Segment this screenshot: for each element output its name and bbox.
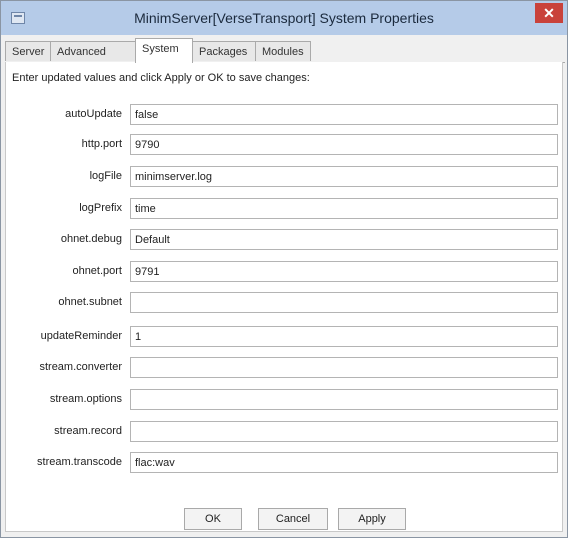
property-row-stream-transcode: stream.transcode xyxy=(6,452,562,474)
property-row-logprefix: logPrefix xyxy=(6,198,562,220)
property-row-stream-record: stream.record xyxy=(6,421,562,443)
property-row-http-port: http.port xyxy=(6,134,562,156)
property-label: logFile xyxy=(89,170,122,182)
tab-server[interactable]: Server xyxy=(5,41,51,61)
autoupdate-field[interactable] xyxy=(130,104,558,125)
property-label: stream.record xyxy=(54,425,122,437)
ohnet-subnet-field[interactable] xyxy=(130,292,558,313)
apply-button[interactable]: Apply xyxy=(338,508,406,530)
property-label: updateReminder xyxy=(40,330,122,342)
logfile-field[interactable] xyxy=(130,166,558,187)
system-properties-window: MinimServer[VerseTransport] System Prope… xyxy=(0,0,568,538)
property-row-updatereminder: updateReminder xyxy=(6,326,562,348)
ohnet-port-field[interactable] xyxy=(130,261,558,282)
tab-packages[interactable]: Packages xyxy=(192,41,256,61)
property-row-ohnet-port: ohnet.port xyxy=(6,261,562,283)
property-label: http.port xyxy=(81,138,122,150)
tab-system[interactable]: System xyxy=(135,38,193,63)
stream-transcode-field[interactable] xyxy=(130,452,558,473)
property-label: autoUpdate xyxy=(65,108,122,120)
updatereminder-field[interactable] xyxy=(130,326,558,347)
property-label: ohnet.port xyxy=(72,265,122,277)
stream-record-field[interactable] xyxy=(130,421,558,442)
close-button[interactable]: ✕ xyxy=(535,3,563,23)
property-row-ohnet-debug: ohnet.debug xyxy=(6,229,562,251)
stream-converter-field[interactable] xyxy=(130,357,558,378)
property-label: stream.converter xyxy=(39,361,122,373)
property-row-stream-options: stream.options xyxy=(6,389,562,411)
tab-strip: Server Advanced System Packages Modules xyxy=(5,38,565,63)
tab-advanced[interactable]: Advanced xyxy=(50,41,136,61)
window-title: MinimServer[VerseTransport] System Prope… xyxy=(134,10,434,26)
property-row-autoupdate: autoUpdate xyxy=(6,104,562,126)
cancel-button[interactable]: Cancel xyxy=(258,508,328,530)
property-label: stream.options xyxy=(49,393,122,405)
stream-options-field[interactable] xyxy=(130,389,558,410)
ohnet-debug-field[interactable] xyxy=(130,229,558,250)
property-label: stream.transcode xyxy=(37,456,122,468)
tab-modules[interactable]: Modules xyxy=(255,41,311,61)
button-bar: OK Cancel Apply xyxy=(6,508,562,530)
property-label: ohnet.subnet xyxy=(58,296,122,308)
property-label: logPrefix xyxy=(79,202,122,214)
property-row-stream-converter: stream.converter xyxy=(6,357,562,379)
system-panel: Enter updated values and click Apply or … xyxy=(5,62,563,532)
property-row-ohnet-subnet: ohnet.subnet xyxy=(6,292,562,314)
title-bar[interactable]: MinimServer[VerseTransport] System Prope… xyxy=(1,1,567,35)
logprefix-field[interactable] xyxy=(130,198,558,219)
http-port-field[interactable] xyxy=(130,134,558,155)
property-row-logfile: logFile xyxy=(6,166,562,188)
instructions-text: Enter updated values and click Apply or … xyxy=(12,72,310,84)
property-label: ohnet.debug xyxy=(60,233,122,245)
ok-button[interactable]: OK xyxy=(184,508,242,530)
